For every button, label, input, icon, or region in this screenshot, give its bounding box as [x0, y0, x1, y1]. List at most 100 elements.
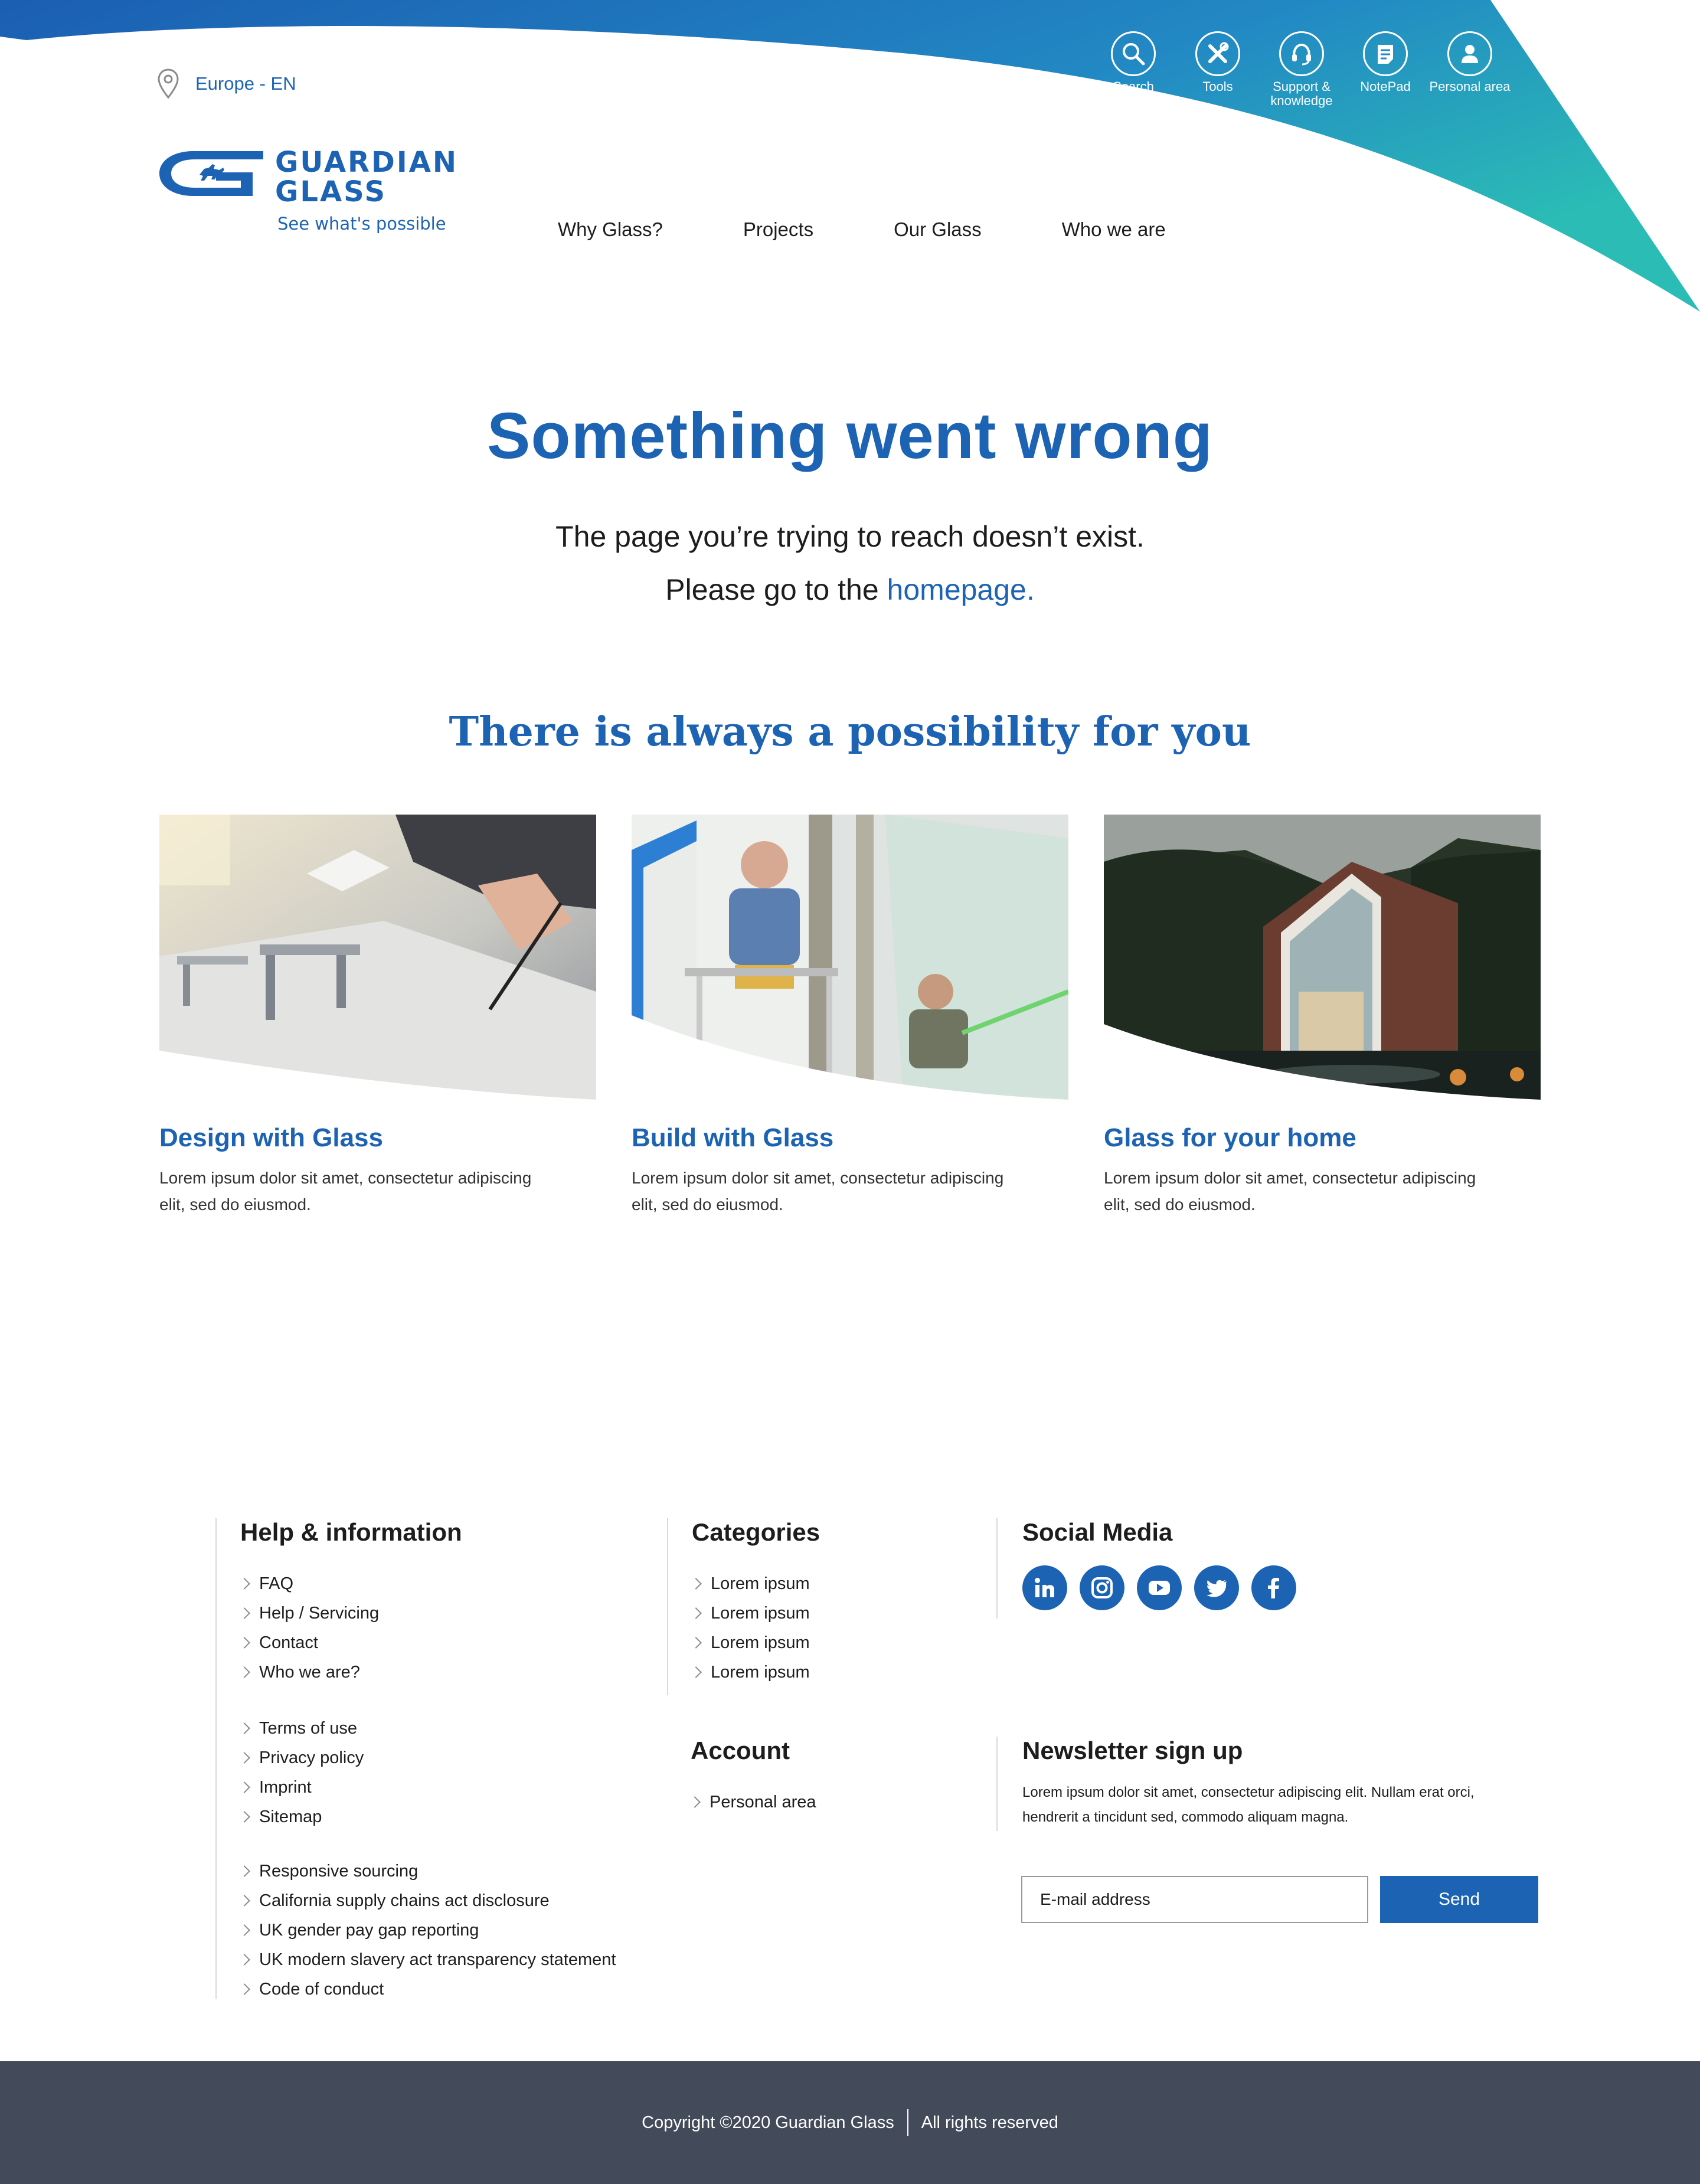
search-icon [1123, 43, 1145, 66]
footer-link[interactable]: Sitemap [238, 1802, 616, 1832]
utility-search[interactable]: Search [1092, 31, 1175, 94]
footer-link[interactable]: FAQ [238, 1569, 616, 1598]
footer-link[interactable]: Terms of use [238, 1714, 616, 1743]
card-title: Design with Glass [159, 1123, 383, 1152]
footer-link[interactable]: Imprint [238, 1773, 616, 1802]
homepage-link[interactable]: homepage. [887, 573, 1035, 606]
footer-link[interactable]: Responsive sourcing [238, 1856, 616, 1886]
footer-link[interactable]: Lorem ipsum [690, 1569, 820, 1598]
chevron-right-icon [238, 1722, 250, 1734]
main-nav: Why Glass? Projects Our Glass Who we are [558, 218, 1246, 241]
footer-newsletter-title: Newsletter sign up [1022, 1737, 1243, 1764]
logo-tagline: See what's possible [277, 214, 446, 234]
chevron-right-icon [690, 1607, 702, 1619]
tools-icon [1208, 42, 1229, 63]
footer-account-list: Personal area [689, 1787, 816, 1817]
nav-item-why-glass[interactable]: Why Glass? [558, 218, 663, 241]
user-icon [1462, 45, 1478, 63]
footer-help-group2: Terms of use Privacy policy Imprint Site… [238, 1714, 616, 1832]
footer-link[interactable]: Lorem ipsum [690, 1657, 820, 1687]
footer-link[interactable]: UK gender pay gap reporting [238, 1915, 616, 1945]
newsletter-email-input[interactable] [1021, 1876, 1368, 1923]
chevron-right-icon [238, 1924, 250, 1936]
utility-search-label: Search [1113, 79, 1154, 94]
footer-help-group3: Responsive sourcing California supply ch… [238, 1856, 616, 2004]
card-title: Glass for your home [1104, 1123, 1356, 1152]
region-label: Europe - EN [195, 73, 296, 94]
footer-link[interactable]: Lorem ipsum [690, 1598, 820, 1628]
footer-help-title: Help & information [240, 1518, 462, 1546]
footer-link[interactable]: UK modern slavery act transparency state… [238, 1945, 616, 1974]
utility-tools-label: Tools [1202, 79, 1233, 94]
facebook-icon[interactable] [1251, 1565, 1296, 1610]
utility-support[interactable]: Support & knowledge [1260, 31, 1343, 108]
card-build-with-glass[interactable]: Build with Glass Lorem ipsum dolor sit a… [632, 815, 1068, 1218]
footer-categories-list: Lorem ipsum Lorem ipsum Lorem ipsum Lore… [690, 1569, 820, 1687]
error-homepage-line: Please go to the homepage. [0, 573, 1700, 607]
footer-social-column: Social Media [996, 1518, 1296, 1619]
footer-link[interactable]: California supply chains act disclosure [238, 1886, 616, 1915]
footer-help-group1: FAQ Help / Servicing Contact Who we are? [238, 1569, 616, 1687]
footer-account-column: Account Personal area [689, 1737, 816, 1817]
error-title: Something went wrong [487, 400, 1213, 472]
card-title: Build with Glass [632, 1123, 834, 1152]
nav-item-projects[interactable]: Projects [743, 218, 813, 241]
twitter-icon[interactable] [1194, 1565, 1239, 1610]
chevron-right-icon [689, 1796, 701, 1808]
chevron-right-icon [238, 1637, 250, 1649]
nav-item-who-we-are[interactable]: Who we are [1062, 218, 1166, 241]
chevron-right-icon [238, 1811, 250, 1823]
linkedin-icon[interactable] [1022, 1565, 1067, 1610]
chevron-right-icon [238, 1983, 250, 1995]
social-icons [1022, 1565, 1296, 1610]
nav-item-our-glass[interactable]: Our Glass [894, 218, 982, 241]
newsletter-description: Lorem ipsum dolor sit amet, consectetur … [1022, 1784, 1475, 1825]
chevron-right-icon [238, 1607, 250, 1619]
chevron-right-icon [238, 1895, 250, 1907]
footer-link[interactable]: Personal area [689, 1787, 816, 1817]
footer-link[interactable]: Contact [238, 1628, 616, 1657]
utility-support-label: Support & knowledge [1270, 79, 1333, 108]
card-glass-for-your-home[interactable]: Glass for your home Lorem ipsum dolor si… [1104, 815, 1541, 1218]
youtube-icon[interactable] [1137, 1565, 1182, 1610]
footer-divider [907, 2109, 908, 2136]
footer-categories-column: Categories Lorem ipsum Lorem ipsum Lorem… [667, 1518, 820, 1695]
footer-link[interactable]: Privacy policy [238, 1743, 616, 1773]
chevron-right-icon [690, 1666, 702, 1678]
footer-link[interactable]: Help / Servicing [238, 1598, 616, 1628]
footer-link[interactable]: Code of conduct [238, 1974, 616, 2004]
guardian-g-horse-icon [159, 151, 263, 196]
chevron-right-icon [238, 1865, 250, 1877]
card-image-home [1104, 815, 1541, 1100]
card-text: Lorem ipsum dolor sit amet, consectetur … [159, 1169, 532, 1214]
location-pin-icon [158, 68, 179, 99]
footer-bottom-bar: Copyright ©2020 Guardian Glass All right… [0, 2061, 1700, 2184]
footer-link[interactable]: Who we are? [238, 1657, 616, 1687]
footer-categories-title: Categories [692, 1518, 820, 1546]
utility-notepad[interactable]: NotePad [1344, 31, 1427, 94]
instagram-icon[interactable] [1080, 1565, 1124, 1610]
headset-icon [1292, 43, 1311, 66]
chevron-right-icon [238, 1752, 250, 1764]
utility-tools[interactable]: Tools [1176, 31, 1259, 94]
footer-link[interactable]: Lorem ipsum [690, 1628, 820, 1657]
error-homepage-prefix: Please go to the [665, 573, 879, 606]
newsletter-send-button[interactable]: Send [1380, 1876, 1538, 1923]
chevron-right-icon [238, 1666, 250, 1678]
card-image-build [632, 815, 1068, 1100]
chevron-right-icon [690, 1637, 702, 1649]
card-design-with-glass[interactable]: Design with Glass Lorem ipsum dolor sit … [159, 815, 596, 1218]
region-selector[interactable]: Europe - EN [156, 68, 296, 100]
utility-personal-area[interactable]: Personal area [1428, 31, 1511, 94]
card-text: Lorem ipsum dolor sit amet, consectetur … [632, 1169, 1004, 1214]
rights-text: All rights reserved [921, 2113, 1058, 2132]
footer-social-title: Social Media [1022, 1518, 1173, 1546]
card-text: Lorem ipsum dolor sit amet, consectetur … [1104, 1169, 1476, 1214]
card-image-design [159, 815, 596, 1100]
utility-notepad-label: NotePad [1360, 79, 1411, 94]
error-message: The page you’re trying to reach doesn’t … [555, 520, 1145, 553]
logo-wordmark-line2: GLASS [275, 175, 387, 208]
guardian-glass-logo[interactable]: GUARDIAN GLASS See what's possible [158, 148, 458, 234]
chevron-right-icon [238, 1578, 250, 1590]
notepad-icon [1378, 45, 1393, 64]
